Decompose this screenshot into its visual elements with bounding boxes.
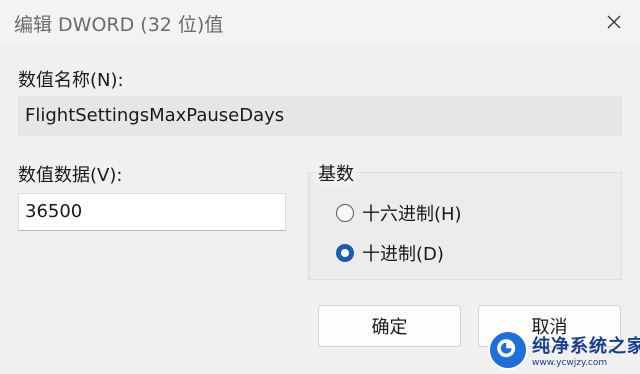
watermark-logo-icon [488,330,528,370]
radio-decimal[interactable]: 十进制(D) [336,240,444,266]
base-group-title: 基数 [316,160,356,186]
watermark-title: 纯净系统之家 [532,336,640,357]
radio-decimal-label: 十进制(D) [362,244,444,265]
title-bar: 编辑 DWORD (32 位)值 [0,0,640,46]
value-data-input[interactable]: 36500 [18,193,286,231]
watermark-url: www.ycwjzy.com [532,358,608,368]
radio-decimal-indicator[interactable] [336,244,354,262]
close-button[interactable] [594,4,634,40]
radio-hex-indicator[interactable] [336,204,354,222]
radio-hex-label: 十六进制(H) [362,204,462,225]
value-name-label: 数值名称(N): [18,70,124,91]
watermark: 纯净系统之家 www.ycwjzy.com [488,326,640,374]
ok-button[interactable]: 确定 [318,305,461,347]
radio-hex[interactable]: 十六进制(H) [336,200,462,226]
window-title: 编辑 DWORD (32 位)值 [14,14,224,36]
value-name-field: FlightSettingsMaxPauseDays [18,96,622,136]
close-icon [607,15,621,29]
value-data-label: 数值数据(V): [18,165,123,186]
